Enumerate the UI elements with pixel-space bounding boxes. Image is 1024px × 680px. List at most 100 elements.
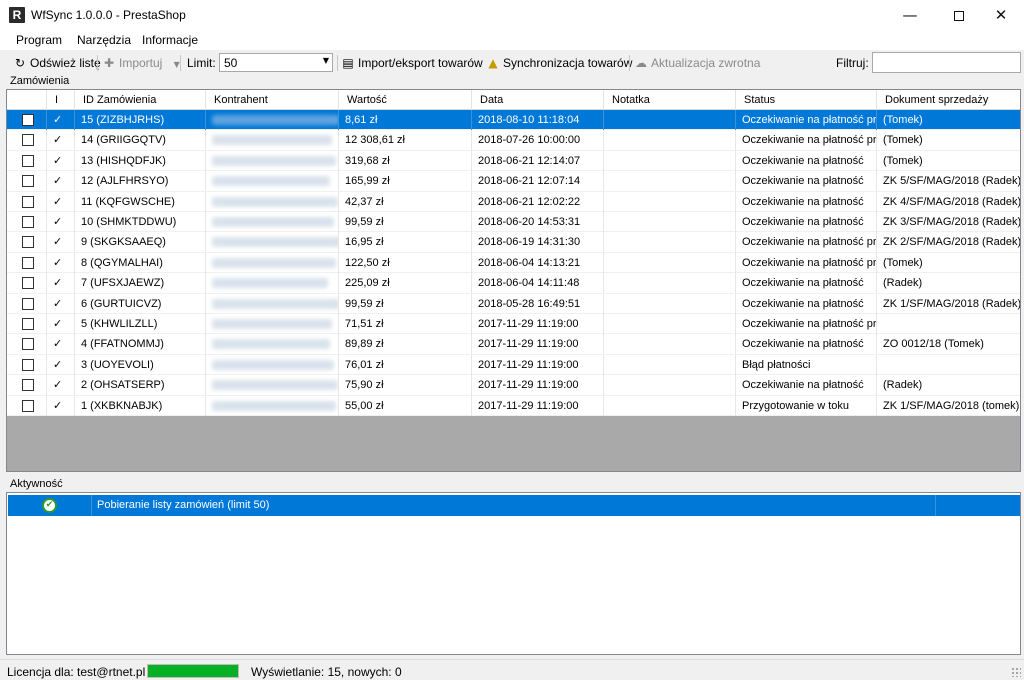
- table-row[interactable]: ✓ 9 (SKGKSAAEQ) 16,95 zł 2018-06-19 14:31:3…: [7, 232, 1020, 253]
- status-cell: Błąd płatności: [736, 354, 877, 375]
- import-button[interactable]: ✚ Importuj ▼: [102, 56, 187, 70]
- row-checkbox[interactable]: [22, 256, 34, 269]
- status-bar: Licencja dla: test@rtnet.pl Wyświetlanie…: [0, 659, 1024, 680]
- row-checkbox[interactable]: [22, 338, 34, 351]
- row-checkbox[interactable]: [22, 154, 34, 167]
- filter-input[interactable]: [872, 52, 1021, 73]
- menu-information[interactable]: Informacje: [142, 33, 198, 47]
- customer-cell-redacted: [206, 252, 339, 273]
- table-row[interactable]: ✓ 7 (UFSXJAEWZ) 225,09 zł 2018-06-04 14:11:…: [7, 273, 1020, 294]
- date-cell: 2018-06-20 14:53:31: [472, 212, 604, 232]
- table-row[interactable]: ✓ 8 (QGYMALHAI) 122,50 zł 2018-06-04 14:13:…: [7, 252, 1020, 274]
- row-checkbox[interactable]: [22, 175, 34, 188]
- table-row[interactable]: ✓ 12 (AJLFHRSYO) 165,99 zł 2018-06-21 12:07…: [7, 171, 1020, 192]
- value-cell: 71,51 zł: [339, 314, 472, 334]
- status-cell: Oczekiwanie na płatność pr...: [736, 252, 877, 273]
- note-cell: [604, 375, 736, 396]
- minimize-button[interactable]: —: [887, 0, 933, 30]
- customer-cell-redacted: [206, 314, 339, 334]
- imported-check-icon: ✓: [47, 273, 75, 294]
- table-row[interactable]: ✓ 11 (KQFGWSCHE) 42,37 zł 2018-06-21 12:02:…: [7, 191, 1020, 212]
- column-header-customer[interactable]: Kontrahent: [206, 90, 339, 110]
- column-header-sales-document[interactable]: Dokument sprzedaży: [877, 90, 1020, 110]
- column-header-order-id[interactable]: ID Zamówienia: [75, 90, 206, 110]
- column-header-value[interactable]: Wartość: [339, 90, 472, 110]
- menu-tools[interactable]: Narzędzia: [77, 33, 131, 47]
- reverse-update-button[interactable]: ☁ Aktualizacja zwrotna: [634, 56, 760, 70]
- activity-row[interactable]: ✔ Pobieranie listy zamówień (limit 50): [8, 495, 1020, 516]
- row-checkbox[interactable]: [22, 195, 34, 208]
- toolbar-separator: [629, 55, 630, 71]
- limit-label: Limit:: [187, 56, 216, 70]
- table-row[interactable]: ✓ 10 (SHMKTDDWU) 99,59 zł 2018-06-20 14:53:…: [7, 212, 1021, 233]
- row-checkbox[interactable]: [22, 358, 34, 371]
- note-cell: [604, 354, 736, 375]
- row-checkbox[interactable]: [22, 236, 34, 249]
- check-circle-icon: ✔: [42, 498, 57, 513]
- value-cell: 8,61 zł: [339, 110, 472, 130]
- window-title: WfSync 1.0.0.0 - PrestaShop: [31, 8, 186, 22]
- order-id-cell: 1 (XKBKNABJK): [75, 395, 206, 416]
- row-checkbox[interactable]: [22, 318, 34, 330]
- sales-document-cell: [877, 355, 1020, 375]
- select-cell: [7, 191, 47, 212]
- refresh-list-button[interactable]: ↻ Odśwież listę: [13, 56, 101, 70]
- plus-icon: ✚: [103, 56, 115, 70]
- row-checkbox[interactable]: [22, 379, 34, 392]
- imported-check-icon: ✓: [47, 130, 75, 151]
- sales-document-cell: (Radek): [883, 277, 923, 290]
- row-checkbox[interactable]: [22, 216, 34, 228]
- orders-grid-header: I ID Zamówienia Kontrahent Wartość Data …: [7, 90, 1020, 110]
- sync-products-button[interactable]: ▲ Synchronizacja towarów: [486, 56, 632, 70]
- table-row[interactable]: ✓ 5 (KHWLILZLL) 71,51 zł 2017-11-29 11:19:0…: [7, 314, 1020, 335]
- row-checkbox[interactable]: [22, 114, 34, 126]
- customer-cell-redacted: [206, 293, 339, 314]
- resize-grip-icon[interactable]: [1011, 667, 1021, 677]
- table-row[interactable]: ✓ 13 (HISHQDFJK) 319,68 zł 2018-06-21 12:14…: [7, 150, 1020, 172]
- limit-value: 50: [224, 56, 238, 70]
- redacted-text: [212, 319, 332, 329]
- date-cell: 2017-11-29 11:19:00: [472, 334, 604, 355]
- table-row[interactable]: ✓ 3 (UOYEVOLI) 76,01 zł 2017-11-29 11:19:00…: [7, 354, 1020, 376]
- value-cell: 12 308,61 zł: [339, 130, 472, 151]
- order-id-cell: 12 (AJLFHRSYO): [75, 171, 206, 192]
- table-row[interactable]: ✓ 15 (ZIZBHJRHS) 8,61 zł 2018-08-10 11:18:0…: [7, 110, 1020, 131]
- close-button[interactable]: ✕: [978, 0, 1024, 30]
- column-header-imported[interactable]: I: [47, 90, 75, 110]
- date-cell: 2018-08-10 11:18:04: [472, 110, 604, 130]
- date-cell: 2018-06-21 12:02:22: [472, 191, 604, 212]
- customer-cell-redacted: [206, 191, 339, 212]
- menu-program[interactable]: Program: [16, 33, 62, 47]
- toolbar-separator: [337, 55, 338, 71]
- date-cell: 2018-07-26 10:00:00: [472, 130, 604, 151]
- table-row[interactable]: ✓ 4 (FFATNOMMJ) 89,89 zł 2017-11-29 11:19:0…: [7, 334, 1020, 355]
- table-row[interactable]: ✓ 14 (GRIIGGQTV) 12 308,61 zł 2018-07-26 10…: [7, 130, 1020, 151]
- maximize-icon: [954, 10, 964, 21]
- column-header-status[interactable]: Status: [736, 90, 877, 110]
- table-row[interactable]: ✓ 6 (GURTUICVZ) 99,59 zł 2018-05-28 16:49:5…: [7, 293, 1020, 314]
- limit-select[interactable]: 50 ▼: [219, 53, 333, 72]
- import-export-label: Import/eksport towarów: [358, 56, 483, 70]
- column-header-note[interactable]: Notatka: [604, 90, 736, 110]
- select-cell: [7, 150, 47, 171]
- activity-list[interactable]: ✔ Pobieranie listy zamówień (limit 50): [6, 492, 1021, 655]
- table-row[interactable]: ✓ 2 (OHSATSERP) 75,90 zł 2017-11-29 11:19:0…: [7, 375, 1020, 396]
- redacted-text: [212, 135, 332, 146]
- select-cell: [7, 293, 47, 314]
- sales-document-cell: (Tomek): [883, 154, 923, 167]
- order-id-cell: 7 (UFSXJAEWZ): [75, 273, 206, 294]
- orders-grid[interactable]: I ID Zamówienia Kontrahent Wartość Data …: [6, 89, 1021, 472]
- column-header-date[interactable]: Data: [472, 90, 604, 110]
- order-id-cell: 15 (ZIZBHJRHS): [75, 110, 206, 130]
- row-checkbox[interactable]: [22, 134, 34, 147]
- import-export-button[interactable]: ▤ Import/eksport towarów: [341, 56, 483, 70]
- row-checkbox[interactable]: [22, 297, 34, 310]
- row-checkbox[interactable]: [22, 399, 34, 412]
- maximize-button[interactable]: [936, 0, 982, 30]
- select-cell: [7, 252, 47, 273]
- table-row[interactable]: ✓ 1 (XKBKNABJK) 55,00 zł 2017-11-29 11:19:0…: [7, 395, 1020, 416]
- sales-document-cell: ZK 3/SF/MAG/2018 (Radek): [883, 216, 1021, 228]
- column-header-select[interactable]: [7, 90, 47, 110]
- redacted-text: [212, 196, 338, 207]
- row-checkbox[interactable]: [22, 277, 34, 290]
